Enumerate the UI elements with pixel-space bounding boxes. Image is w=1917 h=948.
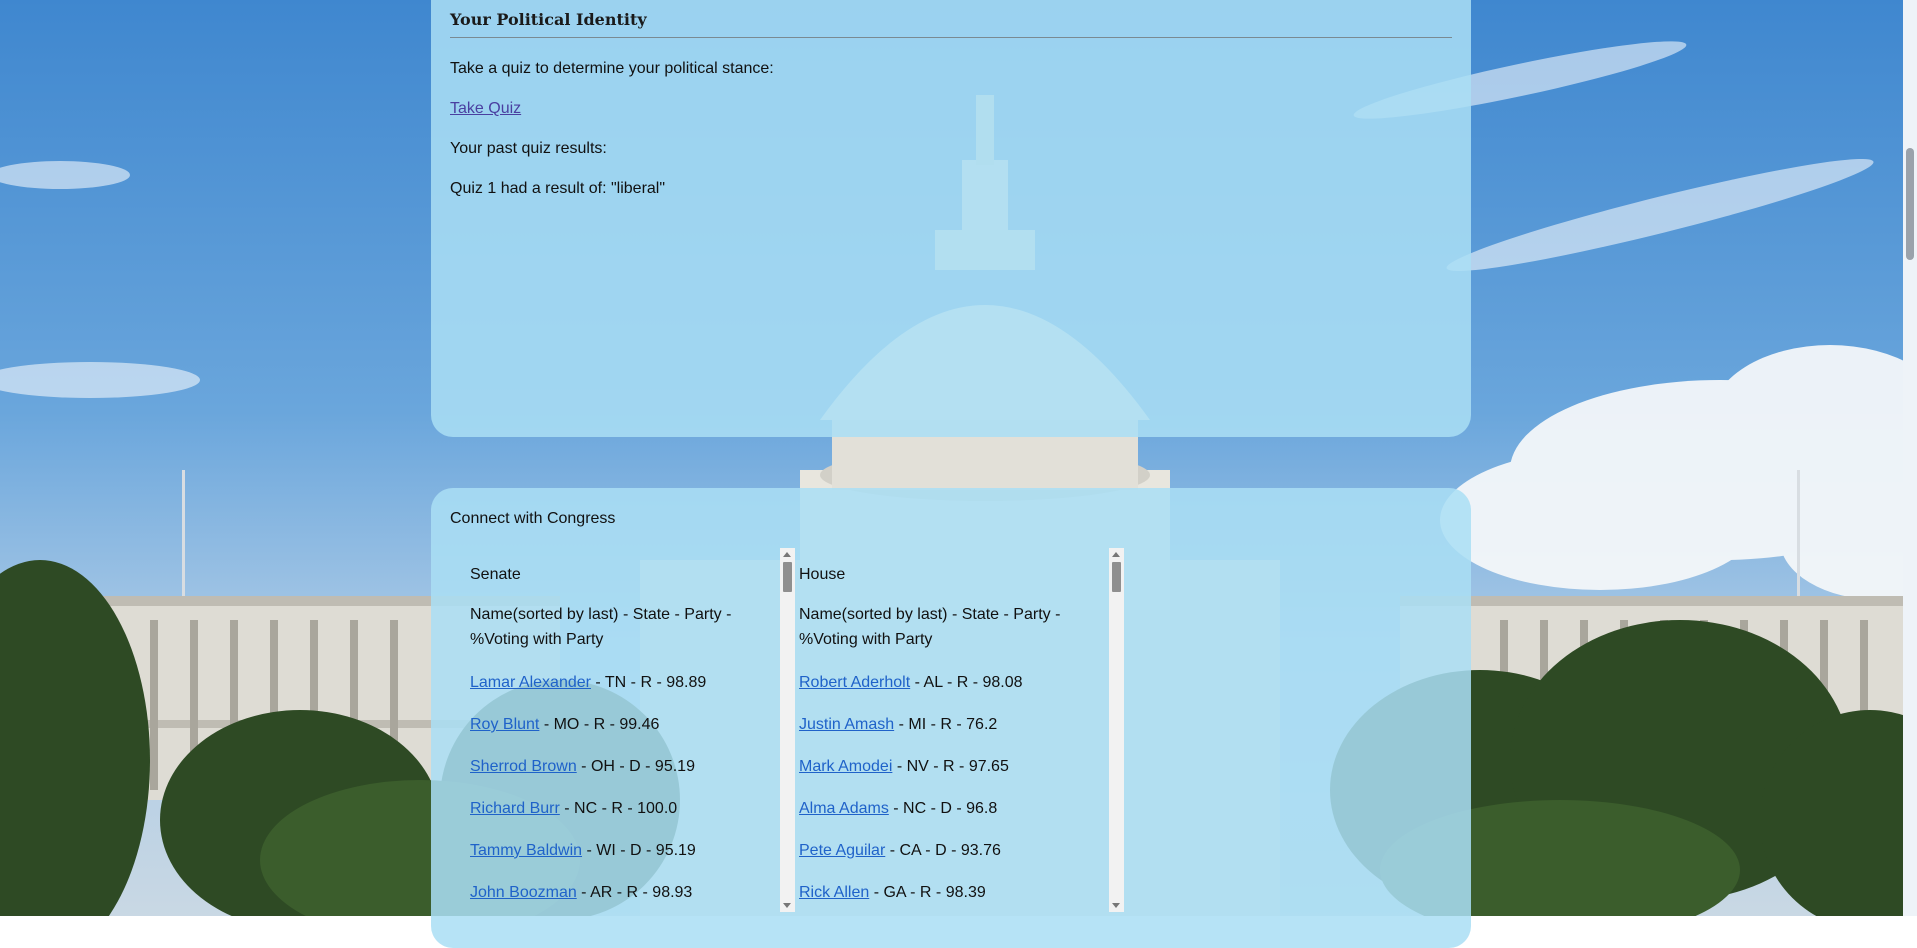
take-quiz-link[interactable]: Take Quiz: [450, 100, 521, 117]
representative-details: - GA - R - 98.39: [869, 884, 986, 901]
senate-member-row: Roy Blunt - MO - R - 99.46: [470, 714, 755, 736]
representative-details: - MI - R - 76.2: [894, 716, 998, 733]
political-identity-panel: Your Political Identity Take a quiz to d…: [431, 0, 1471, 437]
senator-details: - OH - D - 95.19: [576, 758, 695, 775]
house-scrollbar[interactable]: [1109, 548, 1124, 912]
senate-member-row: Tammy Baldwin - WI - D - 95.19: [470, 840, 755, 862]
house-member-row: Robert Aderholt - AL - R - 98.08: [799, 672, 1084, 694]
senator-link[interactable]: Tammy Baldwin: [470, 842, 582, 859]
senate-member-row: Lamar Alexander - TN - R - 98.89: [470, 672, 755, 694]
quiz-result-value: "liberal": [610, 180, 666, 197]
house-list[interactable]: House Name(sorted by last) - State - Par…: [779, 548, 1124, 912]
page-scrollbar[interactable]: [1903, 0, 1917, 916]
house-member-row: Alma Adams - NC - D - 96.8: [799, 798, 1084, 820]
page-scrollbar-thumb[interactable]: [1906, 148, 1914, 260]
senator-details: - WI - D - 95.19: [582, 842, 696, 859]
senator-link[interactable]: John Boozman: [470, 884, 577, 901]
quiz-prompt-text: Take a quiz to determine your political …: [450, 60, 774, 77]
political-identity-heading: Your Political Identity: [450, 10, 1452, 38]
scroll-down-arrow-icon[interactable]: [1112, 903, 1120, 908]
representative-details: - CA - D - 93.76: [885, 842, 1001, 859]
senator-details: - TN - R - 98.89: [590, 674, 707, 691]
house-member-row: Mark Amodei - NV - R - 97.65: [799, 756, 1084, 778]
representative-link[interactable]: Alma Adams: [799, 800, 889, 817]
senate-list[interactable]: Senate Name(sorted by last) - State - Pa…: [450, 548, 795, 912]
representative-link[interactable]: Mark Amodei: [799, 758, 892, 775]
quiz-result-line: Quiz 1 had a result of: "liberal": [450, 178, 1452, 200]
house-heading: House: [799, 566, 846, 583]
quiz-result-prefix: Quiz 1 had a result of:: [450, 180, 611, 197]
senator-link[interactable]: Richard Burr: [470, 800, 560, 817]
house-member-row: Rick Allen - GA - R - 98.39: [799, 882, 1084, 904]
representative-details: - NV - R - 97.65: [892, 758, 1009, 775]
senate-member-row: Sherrod Brown - OH - D - 95.19: [470, 756, 755, 778]
house-member-row: Justin Amash - MI - R - 76.2: [799, 714, 1084, 736]
senate-column-header: Name(sorted by last) - State - Party - %…: [470, 606, 732, 648]
senator-link[interactable]: Lamar Alexander: [470, 674, 591, 691]
representative-details: - NC - D - 96.8: [888, 800, 998, 817]
representative-link[interactable]: Rick Allen: [799, 884, 869, 901]
senator-link[interactable]: Sherrod Brown: [470, 758, 577, 775]
house-member-row: Pete Aguilar - CA - D - 93.76: [799, 840, 1084, 862]
representative-details: - AL - R - 98.08: [910, 674, 1023, 691]
senator-link[interactable]: Roy Blunt: [470, 716, 539, 733]
representative-link[interactable]: Pete Aguilar: [799, 842, 885, 859]
representative-link[interactable]: Robert Aderholt: [799, 674, 910, 691]
senate-member-row: Richard Burr - NC - R - 100.0: [470, 798, 755, 820]
past-results-label: Your past quiz results:: [450, 140, 607, 157]
senator-details: - MO - R - 99.46: [539, 716, 660, 733]
connect-with-congress-panel: Connect with Congress Senate Name(sorted…: [431, 488, 1471, 948]
senate-member-row: John Boozman - AR - R - 98.93: [470, 882, 755, 904]
house-column-header: Name(sorted by last) - State - Party - %…: [799, 606, 1061, 648]
senator-details: - NC - R - 100.0: [559, 800, 678, 817]
connect-with-congress-heading: Connect with Congress: [450, 510, 616, 527]
representative-link[interactable]: Justin Amash: [799, 716, 894, 733]
house-scrollbar-thumb[interactable]: [1112, 562, 1121, 592]
senate-heading: Senate: [470, 566, 521, 583]
senator-details: - AR - R - 98.93: [576, 884, 693, 901]
scroll-up-arrow-icon[interactable]: [1112, 552, 1120, 557]
